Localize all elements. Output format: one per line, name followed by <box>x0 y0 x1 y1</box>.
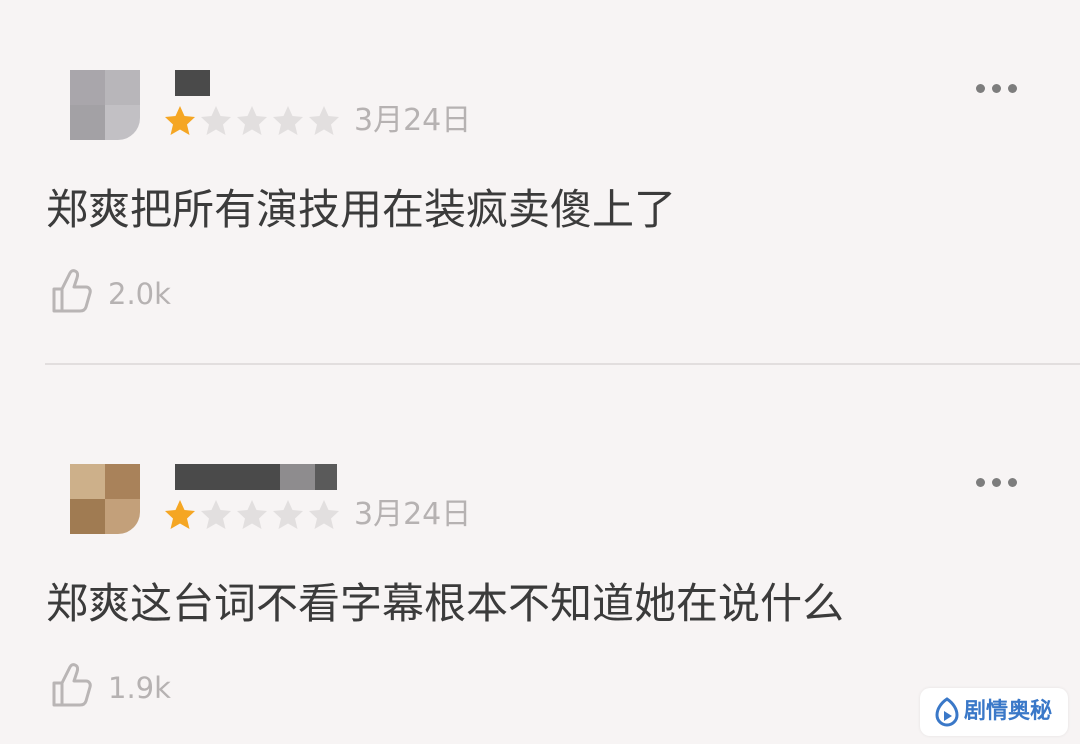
avatar[interactable] <box>70 70 140 140</box>
more-options-button[interactable] <box>976 478 1017 487</box>
star-icon <box>165 500 195 529</box>
star-icon <box>237 500 267 529</box>
more-dots-icon <box>976 84 985 93</box>
comment-text: 郑爽这台词不看字幕根本不知道她在说什么 <box>46 579 845 628</box>
thumbs-up-icon[interactable] <box>50 267 94 315</box>
more-dots-icon <box>976 478 985 487</box>
comment-date: 3月24日 <box>354 497 472 532</box>
star-icon <box>201 500 231 529</box>
star-icon <box>237 106 267 135</box>
star-icon <box>309 106 339 135</box>
watermark-badge: 剧情奥秘 <box>920 688 1068 736</box>
thumbs-up-icon[interactable] <box>50 661 94 709</box>
rating-stars <box>163 498 341 532</box>
like-count: 1.9k <box>108 671 171 705</box>
star-icon <box>309 500 339 529</box>
star-icon <box>273 106 303 135</box>
star-icon <box>201 106 231 135</box>
rating-stars <box>163 104 341 138</box>
avatar[interactable] <box>70 464 140 534</box>
comment-text: 郑爽把所有演技用在装疯卖傻上了 <box>46 185 677 234</box>
star-icon <box>273 500 303 529</box>
star-icon <box>165 106 195 135</box>
watermark-label: 剧情奥秘 <box>964 699 1053 724</box>
more-options-button[interactable] <box>976 84 1017 93</box>
play-logo-icon <box>935 697 959 727</box>
like-count: 2.0k <box>108 277 171 311</box>
divider <box>45 363 1080 365</box>
comment-date: 3月24日 <box>354 103 472 138</box>
